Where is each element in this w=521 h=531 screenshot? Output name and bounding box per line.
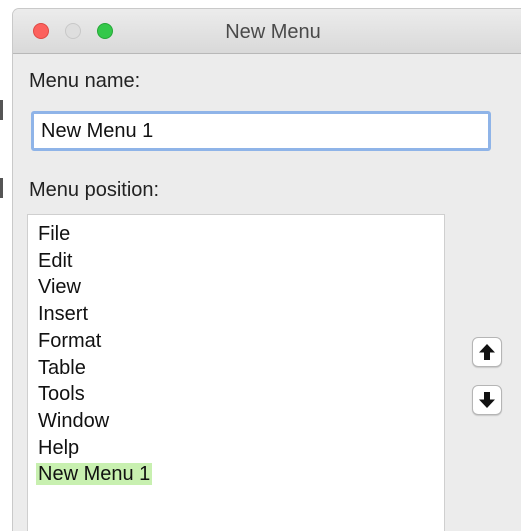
menu-position-item[interactable]: Window [34, 408, 444, 435]
arrow-down-icon [479, 392, 495, 408]
window-title: New Menu [225, 21, 321, 43]
arrow-up-icon [479, 344, 495, 360]
menu-name-input[interactable] [31, 111, 491, 151]
background-edge [0, 178, 3, 198]
menu-position-label: Menu position: [29, 179, 160, 201]
menu-position-item[interactable]: New Menu 1 [34, 461, 444, 488]
menu-position-item[interactable]: File [34, 221, 444, 248]
menu-position-item[interactable]: View [34, 274, 444, 301]
menu-position-item-label: Format [38, 329, 102, 352]
menu-position-item[interactable]: Tools [34, 381, 444, 408]
zoom-window-button[interactable] [97, 23, 113, 39]
menu-position-item-label: File [38, 223, 71, 245]
menu-position-item-label: Window [38, 409, 110, 432]
menu-position-item-label: Tools [38, 383, 85, 406]
menu-position-item[interactable]: Help [34, 435, 444, 462]
menu-position-item[interactable]: Format [34, 328, 444, 355]
new-menu-dialog: New Menu Menu name: Menu position: File E… [12, 8, 521, 531]
title-bar[interactable]: New Menu [13, 9, 521, 54]
menu-position-item-label: View [38, 276, 81, 299]
menu-position-item[interactable]: Edit [34, 248, 444, 275]
menu-position-item-label: Insert [38, 303, 89, 326]
move-down-button[interactable] [472, 385, 502, 415]
menu-position-item[interactable]: Table [34, 355, 444, 382]
menu-position-list[interactable]: File Edit View Insert Format Table Tools Window… [27, 214, 445, 531]
menu-position-item-label: Table [38, 356, 86, 379]
move-up-button[interactable] [472, 337, 502, 367]
menu-position-item-label: New Menu 1 [36, 463, 153, 486]
minimize-window-button[interactable] [65, 23, 81, 39]
close-window-button[interactable] [33, 23, 49, 39]
menu-position-items: File Edit View Insert Format Table Tools Window… [28, 215, 444, 488]
background-edge [0, 100, 3, 120]
menu-position-item-label: Edit [38, 249, 73, 272]
menu-position-item[interactable]: Insert [34, 301, 444, 328]
menu-position-item-label: Help [38, 436, 80, 459]
menu-name-label: Menu name: [29, 70, 141, 92]
